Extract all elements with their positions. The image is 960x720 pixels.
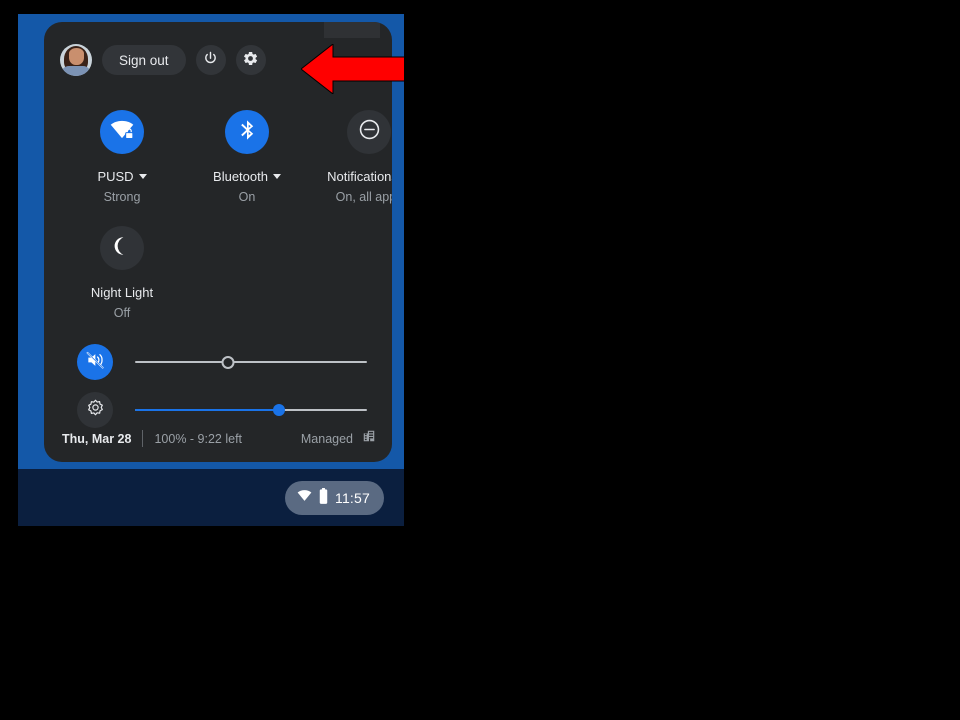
avatar[interactable]: [60, 44, 92, 76]
volume-slider-row: [77, 342, 367, 382]
desktop: 11:57 Sign out PUSD Strong Bluetooth On …: [18, 14, 404, 526]
volume-muted-icon: [85, 350, 105, 375]
shelf-status-area[interactable]: 11:57: [285, 481, 384, 515]
notifications-name: Notifications: [327, 169, 392, 184]
tile-bluetooth: Bluetooth On: [192, 110, 302, 204]
notifications-toggle-button[interactable]: [347, 110, 391, 154]
tile-notifications: Notifications On, all apps: [304, 110, 392, 204]
brightness-slider-row: [77, 390, 367, 430]
bluetooth-icon: [235, 118, 259, 147]
settings-button[interactable]: [235, 45, 266, 75]
do-not-disturb-icon: [357, 117, 382, 147]
tile-night-light: Night Light Off: [67, 226, 177, 320]
chevron-down-icon: [272, 174, 281, 179]
footer-date: Thu, Mar 28: [62, 431, 132, 446]
network-status: Strong: [103, 190, 141, 204]
volume-slider-track: [135, 361, 367, 363]
brightness-button[interactable]: [77, 392, 113, 428]
quick-settings-panel: Sign out PUSD Strong Bluetooth On Notifi…: [44, 22, 392, 462]
footer-battery-status: 100% - 9:22 left: [154, 431, 243, 446]
volume-slider[interactable]: [135, 352, 367, 372]
bluetooth-toggle-button[interactable]: [225, 110, 269, 154]
brightness-icon: [86, 398, 105, 422]
network-name: PUSD: [97, 169, 134, 184]
bluetooth-label-row[interactable]: Bluetooth: [192, 169, 302, 184]
gear-icon: [242, 50, 259, 70]
night-light-label-row[interactable]: Night Light: [67, 285, 177, 300]
footer-divider: [142, 430, 144, 447]
brightness-slider-thumb[interactable]: [272, 404, 285, 416]
managed-device-indicator[interactable]: Managed: [301, 429, 376, 448]
sign-out-button[interactable]: Sign out: [102, 45, 186, 75]
shelf-clock: 11:57: [335, 490, 370, 506]
night-light-icon: [110, 234, 134, 263]
panel-header: Sign out: [60, 44, 266, 76]
bluetooth-name: Bluetooth: [213, 169, 268, 184]
power-icon: [202, 50, 219, 70]
network-label-row[interactable]: PUSD: [67, 169, 177, 184]
wifi-icon: [297, 488, 312, 508]
notifications-status: On, all apps: [335, 190, 392, 204]
volume-slider-thumb[interactable]: [221, 355, 235, 369]
chevron-down-icon: [138, 174, 147, 179]
network-toggle-button[interactable]: [100, 110, 144, 154]
volume-mute-button[interactable]: [77, 344, 113, 380]
avatar-shirt: [61, 66, 91, 76]
night-light-name: Night Light: [90, 285, 154, 300]
avatar-face: [68, 49, 84, 65]
night-light-status: Off: [113, 306, 131, 320]
battery-full-icon: [319, 487, 328, 509]
power-button[interactable]: [195, 45, 226, 75]
panel-footer: Thu, Mar 28 100% - 9:22 left Managed: [62, 429, 376, 448]
shelf: 11:57: [18, 469, 404, 526]
notifications-label-row[interactable]: Notifications: [304, 169, 392, 184]
brightness-slider[interactable]: [135, 400, 367, 420]
night-light-toggle-button[interactable]: [100, 226, 144, 270]
managed-label: Managed: [300, 431, 353, 446]
enterprise-building-icon: [362, 429, 376, 448]
panel-scroll-indicator[interactable]: [324, 22, 380, 38]
bluetooth-status: On: [238, 190, 256, 204]
wifi-locked-icon: [109, 117, 135, 148]
brightness-slider-fill: [135, 409, 279, 411]
tile-network: PUSD Strong: [67, 110, 177, 204]
